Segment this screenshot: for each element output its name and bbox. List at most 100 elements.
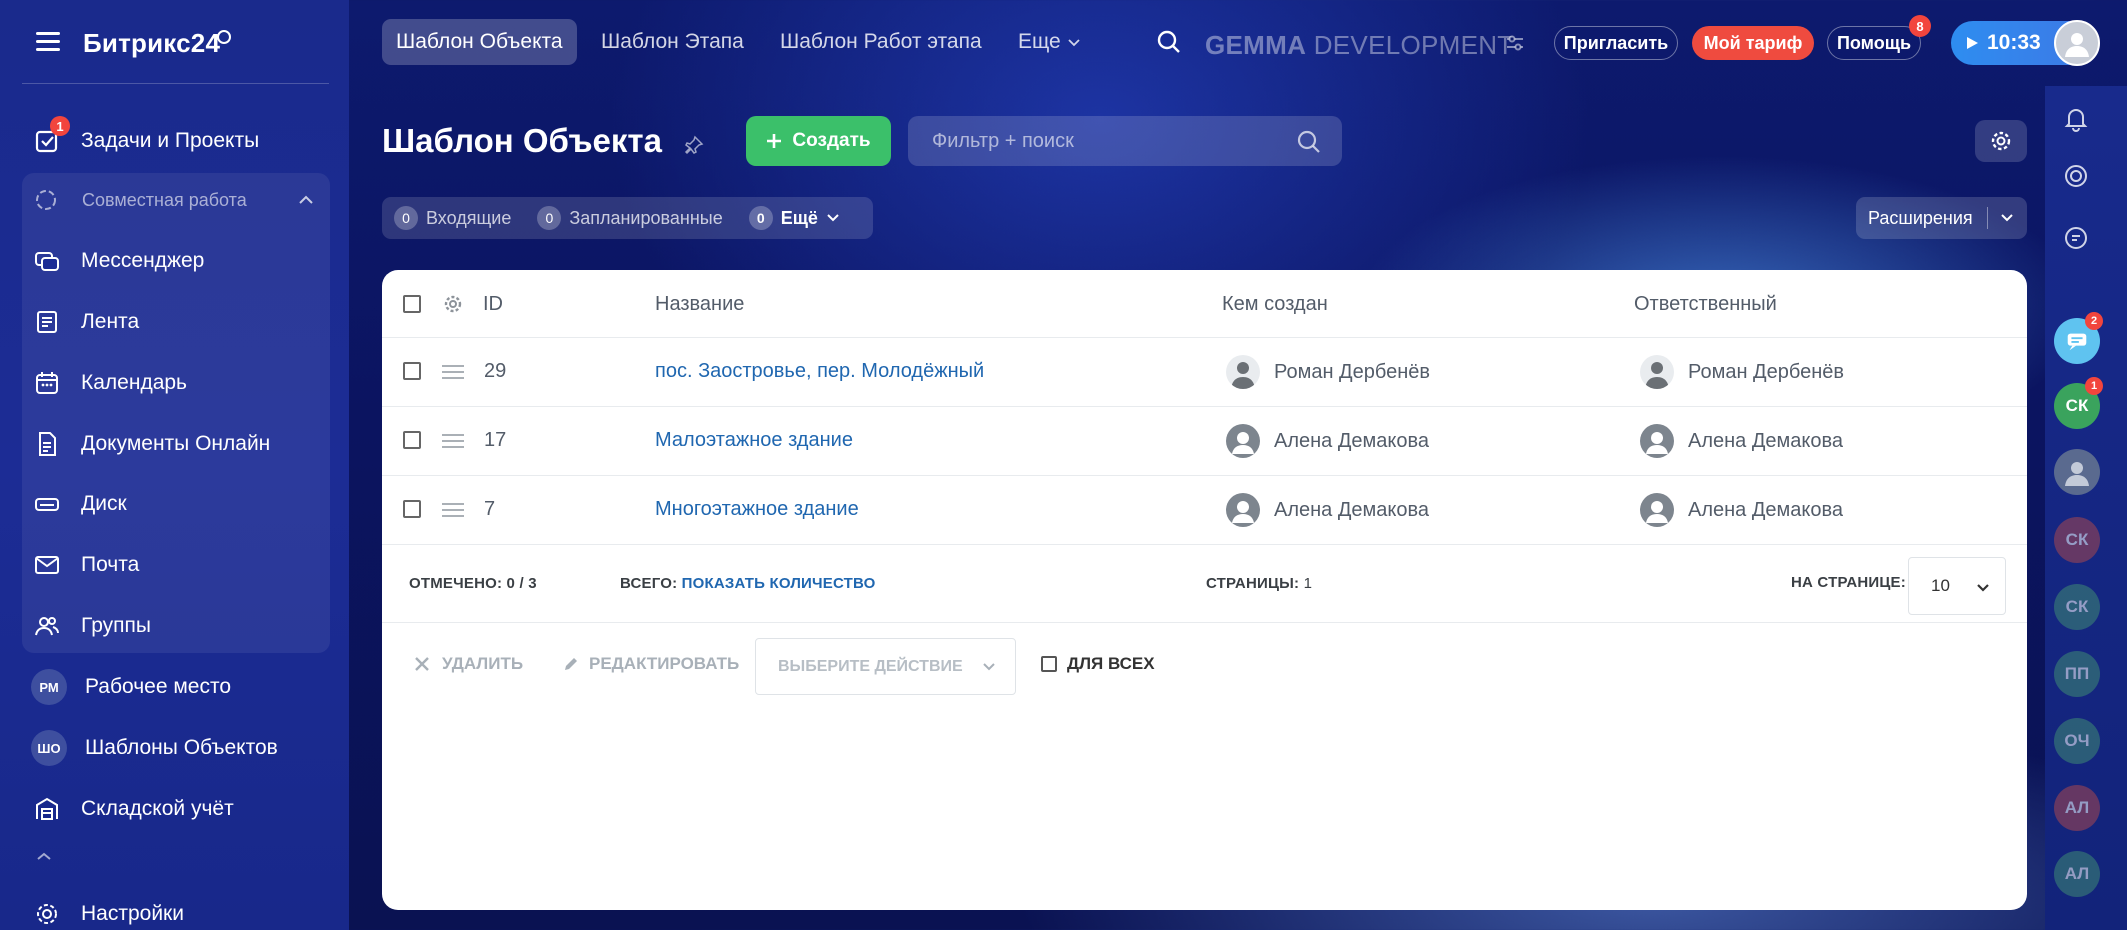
sidebar-item-documents[interactable]: Документы Онлайн	[32, 424, 270, 464]
rail-avatar[interactable]: АЛ	[2054, 785, 2100, 831]
row-checkbox[interactable]	[403, 362, 421, 380]
create-button[interactable]: Создать	[746, 116, 891, 166]
rail-avatar[interactable]: ОЧ	[2054, 718, 2100, 764]
divider	[22, 83, 329, 84]
counter-incoming[interactable]: 0 Входящие	[394, 206, 511, 230]
sidebar-item-disk[interactable]: Диск	[32, 484, 127, 524]
edit-action[interactable]: РЕДАКТИРОВАТЬ	[563, 654, 739, 674]
documents-icon	[32, 429, 62, 459]
sidebar-item-messenger[interactable]: Мессенджер	[32, 241, 204, 281]
user-name: Алена Демакова	[1688, 498, 1844, 521]
for-all-checkbox[interactable]: ДЛЯ ВСЕХ	[1041, 654, 1155, 674]
chevron-up-icon[interactable]	[296, 190, 316, 210]
extensions-button[interactable]: Расширения	[1856, 197, 2027, 239]
pages-value[interactable]: 1	[1304, 575, 1313, 592]
group-header[interactable]: Совместная работа	[32, 182, 247, 218]
counter-planned[interactable]: 0 Запланированные	[537, 206, 723, 230]
counter-value: 0	[748, 206, 773, 230]
user-icon	[2065, 462, 2089, 486]
tab-object-template[interactable]: Шаблон Объекта	[382, 19, 577, 65]
responsible-user[interactable]: Алена Демакова	[1640, 493, 1843, 527]
sidebar-item-label: Лента	[81, 310, 140, 333]
column-created-by[interactable]: Кем создан	[1222, 293, 1328, 316]
sidebar-item-templates[interactable]: ШО Шаблоны Объектов	[31, 728, 278, 768]
sliders-icon[interactable]	[1504, 32, 1526, 54]
tab-stage-works-template[interactable]: Шаблон Работ этапа	[766, 19, 996, 65]
work-time: 10:33	[1987, 31, 2041, 54]
gear-icon[interactable]	[442, 293, 464, 315]
tab-stage-template[interactable]: Шаблон Этапа	[587, 19, 758, 65]
plus-icon	[766, 133, 782, 149]
counter-value: 0	[537, 206, 562, 230]
edit-label: РЕДАКТИРОВАТЬ	[589, 654, 740, 673]
column-id[interactable]: ID	[483, 293, 503, 316]
row-name-link[interactable]: пос. Заостровье, пер. Молодёжный	[655, 360, 984, 383]
sidebar-item-label: Календарь	[81, 371, 187, 394]
tab-more-label: Еще	[1018, 30, 1061, 53]
tariff-button[interactable]: Мой тариф	[1692, 26, 1814, 60]
app-logo[interactable]: Битрикс24	[83, 28, 220, 59]
row-checkbox[interactable]	[403, 431, 421, 449]
page-settings-button[interactable]	[1975, 120, 2027, 162]
row-name-link[interactable]: Многоэтажное здание	[655, 498, 859, 521]
responsible-user[interactable]: Алена Демакова	[1640, 424, 1843, 458]
search-icon[interactable]	[1156, 29, 1182, 55]
drag-handle-icon[interactable]	[442, 503, 464, 517]
rail-avatar[interactable]: СК	[2054, 584, 2100, 630]
sidebar-item-workplace[interactable]: РМ Рабочее место	[31, 667, 231, 707]
sidebar-item-groups[interactable]: Группы	[32, 606, 151, 646]
sidebar-item-label: Задачи и Проекты	[81, 129, 260, 152]
pages-info: СТРАНИЦЫ: 1	[1206, 575, 1312, 592]
delete-action[interactable]: УДАЛИТЬ	[414, 654, 523, 674]
sidebar-item-mail[interactable]: Почта	[32, 545, 139, 585]
user-avatar[interactable]	[2054, 20, 2100, 66]
bell-icon[interactable]	[2054, 96, 2098, 140]
per-page-value: 10	[1931, 576, 1950, 595]
row-name-link[interactable]: Малоэтажное здание	[655, 429, 853, 452]
column-name[interactable]: Название	[655, 293, 744, 316]
templates-avatar: ШО	[31, 730, 67, 766]
sidebar-item-settings[interactable]: Настройки	[32, 894, 184, 930]
company-name-bold: GEMMA	[1205, 30, 1307, 60]
target-icon[interactable]	[2054, 154, 2098, 198]
chevron-down-icon	[2000, 211, 2014, 225]
user-photo-avatar	[1640, 355, 1674, 389]
sidebar-item-warehouse[interactable]: Складской учёт	[32, 789, 234, 829]
sidebar-item-feed[interactable]: Лента	[32, 302, 139, 342]
table-row[interactable]: 17 Малоэтажное здание Алена Демакова Але…	[382, 407, 2027, 476]
row-checkbox[interactable]	[403, 500, 421, 518]
responsible-user[interactable]: Роман Дербенёв	[1640, 355, 1844, 389]
rail-avatar[interactable]: ПП	[2054, 651, 2100, 697]
created-by-user[interactable]: Роман Дербенёв	[1226, 355, 1430, 389]
created-by-user[interactable]: Алена Демакова	[1226, 493, 1429, 527]
company-name[interactable]: GEMMA DEVELOPMENT	[1205, 30, 1514, 61]
drag-handle-icon[interactable]	[442, 434, 464, 448]
chat-support-icon[interactable]	[2054, 216, 2098, 260]
sidebar-item-label: Мессенджер	[81, 249, 205, 272]
sidebar-item-label: Рабочее место	[85, 675, 232, 698]
table-row[interactable]: 7 Многоэтажное здание Алена Демакова Але…	[382, 476, 2027, 545]
rail-avatar[interactable]: АЛ	[2054, 851, 2100, 897]
select-all-checkbox[interactable]	[403, 295, 421, 313]
action-select[interactable]: ВЫБЕРИТЕ ДЕЙСТВИЕ	[755, 638, 1016, 695]
counter-more[interactable]: 0 Ещё	[748, 206, 840, 230]
invite-button[interactable]: Пригласить	[1554, 26, 1678, 60]
menu-icon[interactable]	[36, 32, 60, 54]
drag-handle-icon[interactable]	[442, 365, 464, 379]
per-page-select[interactable]: 10	[1908, 557, 2006, 615]
filter-search-input[interactable]: Фильтр + поиск	[908, 116, 1342, 166]
checked-value: 0 / 3	[506, 575, 537, 592]
rail-avatar[interactable]: СК	[2054, 517, 2100, 563]
user-avatar-icon	[1640, 424, 1674, 458]
column-responsible[interactable]: Ответственный	[1634, 293, 1777, 316]
search-icon[interactable]	[1296, 129, 1322, 155]
rail-photo-avatar[interactable]	[2054, 449, 2100, 495]
help-button[interactable]: Помощь	[1827, 26, 1921, 60]
table-row[interactable]: 29 пос. Заостровье, пер. Молодёжный Рома…	[382, 338, 2027, 407]
pin-icon[interactable]	[684, 135, 704, 155]
checkbox[interactable]	[1041, 656, 1057, 672]
tab-more[interactable]: Еще	[1004, 19, 1095, 65]
created-by-user[interactable]: Алена Демакова	[1226, 424, 1429, 458]
sidebar-item-calendar[interactable]: Календарь	[32, 363, 187, 403]
show-count-link[interactable]: ПОКАЗАТЬ КОЛИЧЕСТВО	[682, 575, 876, 592]
